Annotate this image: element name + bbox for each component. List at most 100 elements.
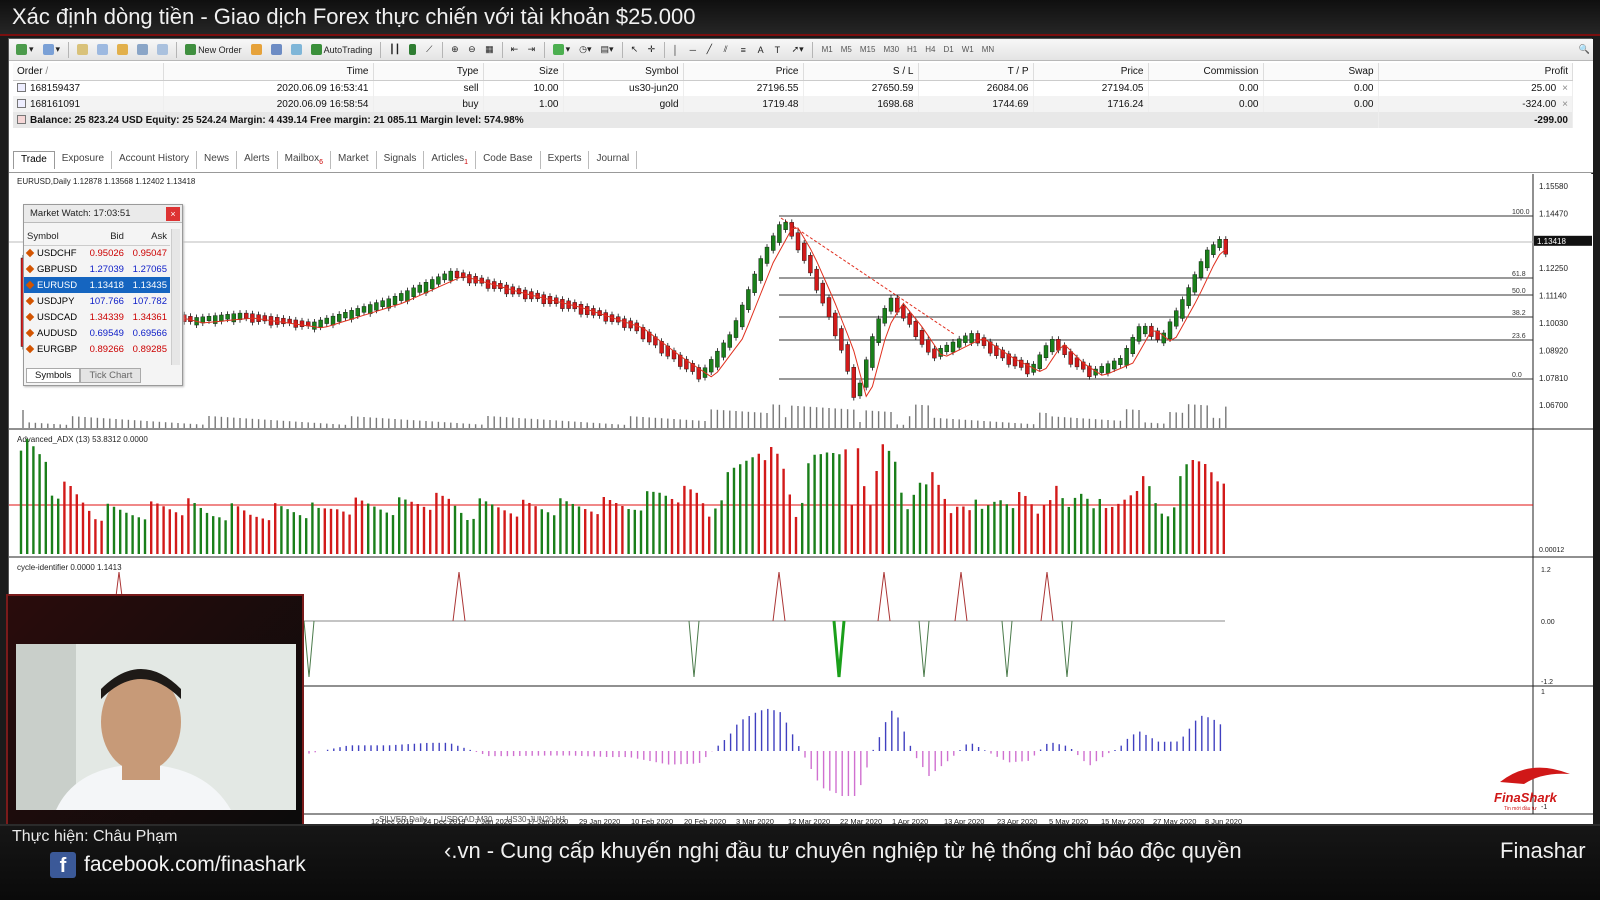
navigator-button[interactable]: [114, 42, 131, 58]
timeframe-w1[interactable]: W1: [958, 42, 978, 58]
terminal-tab-code-base[interactable]: Code Base: [476, 151, 541, 169]
col-order[interactable]: Order /: [13, 63, 164, 81]
order-row[interactable]: 168159437 2020.06.09 16:53:41 sell 10.00 us3…: [13, 80, 1573, 96]
col-symbol[interactable]: Symbol: [563, 63, 684, 81]
mw-row[interactable]: AUDUSD 0.69549 0.69566: [24, 325, 170, 341]
terminal-tab-exposure[interactable]: Exposure: [55, 151, 113, 169]
mw-row[interactable]: USDCHF 0.95026 0.95047: [24, 245, 170, 261]
terminal-tab-mailbox[interactable]: Mailbox6: [278, 151, 331, 169]
col-sl[interactable]: S / L: [803, 63, 919, 81]
timeframe-m1[interactable]: M1: [818, 42, 837, 58]
equidistant-channel-button[interactable]: ⫽: [721, 42, 735, 58]
terminal-tab-journal[interactable]: Journal: [589, 151, 638, 169]
text-button[interactable]: A: [755, 42, 769, 58]
symbol-diamond-icon: [25, 264, 35, 273]
arrows-button[interactable]: ➚▾: [789, 42, 807, 58]
autotrading-button[interactable]: AutoTrading: [308, 42, 376, 58]
data-window-button[interactable]: [94, 42, 111, 58]
line-chart-button[interactable]: ⟋: [423, 42, 437, 58]
order-order: 168159437: [13, 80, 164, 96]
terminal-tab-alerts[interactable]: Alerts: [237, 151, 278, 169]
profiles-button[interactable]: ▾: [40, 42, 64, 58]
mw-scrollbar[interactable]: [171, 229, 180, 365]
col-current-price[interactable]: Price: [1033, 63, 1149, 81]
fibonacci-button[interactable]: ≡: [738, 42, 752, 58]
order-row[interactable]: 168161091 2020.06.09 16:58:54 buy 1.00 gold 1…: [13, 96, 1573, 112]
signals-button[interactable]: [288, 42, 305, 58]
timeframe-h4[interactable]: H4: [921, 42, 939, 58]
options-button[interactable]: [268, 42, 285, 58]
candle: [950, 341, 956, 353]
auto-scroll-button[interactable]: ⇤: [508, 42, 522, 58]
bar-chart-button[interactable]: ┃┃: [386, 42, 403, 58]
col-profit[interactable]: Profit: [1378, 63, 1573, 81]
close-icon[interactable]: ×: [166, 207, 180, 221]
timeframe-m5[interactable]: M5: [837, 42, 856, 58]
search-icon[interactable]: 🔍: [1576, 42, 1593, 58]
timeframe-mn[interactable]: MN: [978, 42, 998, 58]
terminal-tab-trade[interactable]: Trade: [13, 151, 55, 169]
col-time[interactable]: Time: [163, 63, 374, 81]
mw-tab-tick-chart[interactable]: Tick Chart: [80, 368, 142, 383]
candle-chart-button[interactable]: [406, 42, 420, 58]
close-order-icon[interactable]: ×: [1562, 83, 1568, 94]
zoom-out-button[interactable]: ⊖: [465, 42, 479, 58]
timeframe-h1[interactable]: H1: [903, 42, 921, 58]
candle: [932, 348, 937, 359]
price-axis-label: 1.07810: [1539, 374, 1568, 383]
terminal-tab-articles[interactable]: Articles1: [424, 151, 477, 169]
templates-button[interactable]: ▤▾: [598, 42, 617, 58]
crosshair-button[interactable]: ✛: [645, 42, 659, 58]
terminal-button[interactable]: [134, 42, 151, 58]
close-order-icon[interactable]: ×: [1562, 99, 1568, 110]
orders-table: Order / Time Type Size Symbol Price S / …: [13, 63, 1573, 128]
mw-row[interactable]: GBPUSD 1.27039 1.27065: [24, 261, 170, 277]
order-profit: -324.00 ×: [1378, 96, 1573, 112]
terminal-tab-market[interactable]: Market: [331, 151, 377, 169]
mw-col-symbol[interactable]: Symbol: [24, 229, 84, 246]
cursor-button[interactable]: ↖: [628, 42, 642, 58]
vertical-line-button[interactable]: │: [670, 42, 684, 58]
zoom-in-button[interactable]: ⊕: [448, 42, 462, 58]
candle: [764, 246, 770, 264]
candle: [1124, 347, 1129, 366]
chart-shift-button[interactable]: ⇥: [525, 42, 539, 58]
trendline-button[interactable]: ╱: [704, 42, 718, 58]
timeframe-d1[interactable]: D1: [939, 42, 957, 58]
mw-col-ask[interactable]: Ask: [126, 229, 170, 246]
horizontal-line-button[interactable]: ─: [687, 42, 701, 58]
webcam-overlay: [6, 594, 304, 830]
candle: [1037, 354, 1043, 369]
mw-tab-symbols[interactable]: Symbols: [26, 368, 81, 383]
col-commission[interactable]: Commission: [1148, 63, 1264, 81]
terminal-tab-account-history[interactable]: Account History: [112, 151, 198, 169]
col-swap[interactable]: Swap: [1263, 63, 1379, 81]
periods-button[interactable]: ◷▾: [576, 42, 594, 58]
col-tp[interactable]: T / P: [918, 63, 1034, 81]
cycle-spike-up: [1040, 571, 1054, 622]
timeframe-m30[interactable]: M30: [879, 42, 903, 58]
terminal-tab-news[interactable]: News: [197, 151, 238, 169]
tile-windows-button[interactable]: ▦: [482, 42, 497, 58]
text-label-button[interactable]: T: [772, 42, 786, 58]
mw-col-bid[interactable]: Bid: [83, 229, 127, 246]
mw-row[interactable]: USDJPY 107.766 107.782: [24, 293, 170, 309]
new-chart-button[interactable]: ▾: [13, 42, 37, 58]
col-price[interactable]: Price: [683, 63, 804, 81]
col-size[interactable]: Size: [483, 63, 564, 81]
candle: [907, 313, 912, 325]
col-type[interactable]: Type: [373, 63, 484, 81]
mw-row[interactable]: EURUSD 1.13418 1.13435: [24, 277, 170, 293]
indicators-button[interactable]: ▾: [550, 42, 574, 58]
mw-row[interactable]: USDCAD 1.34339 1.34361: [24, 309, 170, 325]
timeframe-m15[interactable]: M15: [856, 42, 880, 58]
market-watch-button[interactable]: [74, 42, 91, 58]
tester-button[interactable]: [154, 42, 171, 58]
candle: [709, 359, 714, 373]
new-order-button[interactable]: New Order: [182, 42, 245, 58]
metaeditor-button[interactable]: [248, 42, 265, 58]
mw-row[interactable]: EURGBP 0.89266 0.89285: [24, 341, 170, 357]
candle: [715, 350, 720, 368]
terminal-tab-signals[interactable]: Signals: [377, 151, 425, 169]
terminal-tab-experts[interactable]: Experts: [541, 151, 590, 169]
